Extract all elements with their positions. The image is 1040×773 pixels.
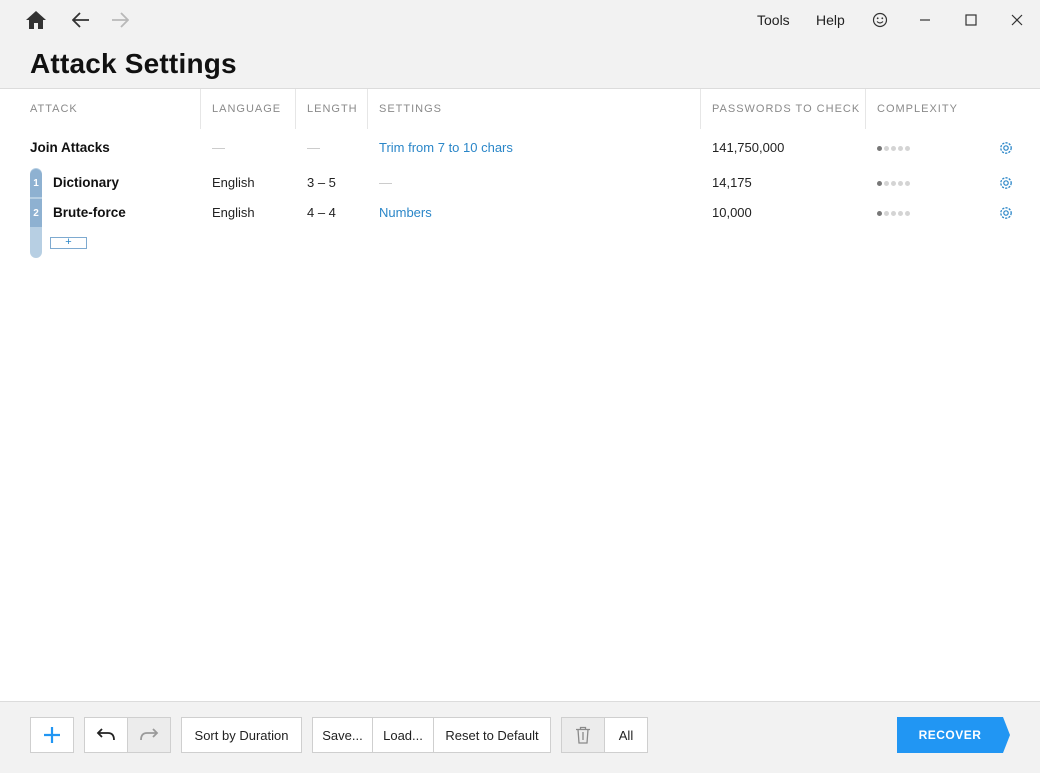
column-header-passwords[interactable]: PASSWORDS TO CHECK xyxy=(712,103,860,115)
column-divider xyxy=(865,89,866,129)
attack-language: — xyxy=(212,140,225,155)
attack-language: English xyxy=(212,175,255,190)
attack-settings: — xyxy=(379,175,392,190)
back-arrow-icon[interactable] xyxy=(67,6,95,34)
trash-icon xyxy=(576,726,590,744)
title-bar: Tools Help xyxy=(0,0,1040,40)
recover-label: RECOVER xyxy=(918,728,982,742)
attack-settings-link[interactable]: Numbers xyxy=(379,205,432,220)
column-header-length[interactable]: LENGTH xyxy=(307,103,358,115)
delete-button[interactable] xyxy=(561,717,605,753)
attack-length: 3 – 5 xyxy=(307,175,336,190)
column-divider xyxy=(700,89,701,129)
home-icon[interactable] xyxy=(22,6,50,34)
attack-language: English xyxy=(212,205,255,220)
save-button[interactable]: Save... xyxy=(312,717,373,753)
attack-order-badge: 1 xyxy=(30,169,42,197)
attack-passwords: 10,000 xyxy=(712,205,752,220)
reset-to-default-button[interactable]: Reset to Default xyxy=(433,717,551,753)
complexity-indicator xyxy=(877,146,910,151)
plus-icon xyxy=(44,727,60,743)
attack-name: Dictionary xyxy=(53,175,120,190)
recover-button[interactable]: RECOVER xyxy=(897,717,1011,753)
forward-arrow-icon[interactable] xyxy=(106,6,134,34)
smiley-icon[interactable] xyxy=(866,6,894,34)
gear-icon[interactable] xyxy=(998,205,1014,221)
attack-table: ATTACK LANGUAGE LENGTH SETTINGS PASSWORD… xyxy=(0,88,1040,702)
delete-all-button[interactable]: All xyxy=(604,717,648,753)
attack-passwords: 14,175 xyxy=(712,175,752,190)
column-divider xyxy=(367,89,368,129)
attack-settings-link[interactable]: Trim from 7 to 10 chars xyxy=(379,140,513,155)
undo-icon xyxy=(96,728,115,741)
redo-button[interactable] xyxy=(127,717,171,753)
minimize-icon[interactable] xyxy=(911,6,939,34)
attack-name: Brute-force xyxy=(53,205,126,220)
column-header-language[interactable]: LANGUAGE xyxy=(212,103,281,115)
redo-icon xyxy=(140,728,159,741)
menu-help[interactable]: Help xyxy=(816,12,845,28)
gear-icon[interactable] xyxy=(998,175,1014,191)
attack-order-badge: 2 xyxy=(30,199,42,227)
add-join-attack-button[interactable]: + xyxy=(50,237,87,249)
complexity-indicator xyxy=(877,211,910,216)
attack-passwords: 141,750,000 xyxy=(712,140,785,155)
column-divider xyxy=(295,89,296,129)
page-title: Attack Settings xyxy=(30,48,237,79)
gear-icon[interactable] xyxy=(998,140,1014,156)
column-header-settings[interactable]: SETTINGS xyxy=(379,103,442,115)
close-icon[interactable] xyxy=(1003,6,1031,34)
add-attack-button[interactable] xyxy=(30,717,74,753)
complexity-indicator xyxy=(877,181,910,186)
maximize-icon[interactable] xyxy=(957,6,985,34)
column-divider xyxy=(200,89,201,129)
attack-name: Join Attacks xyxy=(30,140,110,155)
undo-button[interactable] xyxy=(84,717,128,753)
menu-tools[interactable]: Tools xyxy=(757,12,790,28)
attack-length: — xyxy=(307,140,320,155)
column-header-attack[interactable]: ATTACK xyxy=(30,103,78,115)
attack-length: 4 – 4 xyxy=(307,205,336,220)
load-button[interactable]: Load... xyxy=(372,717,434,753)
sort-by-duration-button[interactable]: Sort by Duration xyxy=(181,717,302,753)
column-header-complexity[interactable]: COMPLEXITY xyxy=(877,103,958,115)
